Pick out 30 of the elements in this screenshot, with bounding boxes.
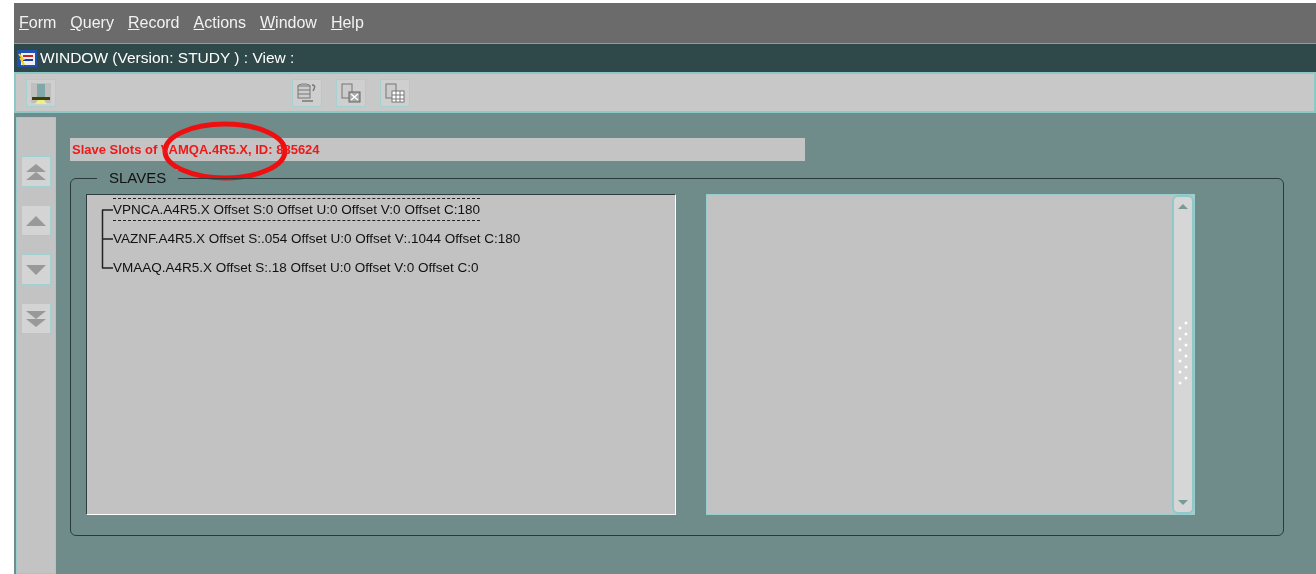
first-record-button[interactable] (21, 156, 51, 187)
exit-button[interactable] (26, 78, 56, 107)
database-delete-icon (340, 81, 362, 104)
delete-record-button[interactable] (336, 78, 366, 107)
scrollbar[interactable] (1172, 195, 1194, 514)
menu-item[interactable]: Actions (193, 14, 246, 32)
window-title: WINDOW (Version: STUDY ) : View : (40, 49, 295, 67)
previous-record-button[interactable] (21, 205, 51, 236)
double-arrow-icon (26, 310, 46, 327)
database-query-icon (296, 81, 318, 104)
menu-item[interactable]: Window (260, 14, 317, 32)
tree-lines (101, 209, 113, 269)
last-record-button[interactable] (21, 303, 51, 334)
database-table-icon (384, 81, 406, 104)
query-button[interactable] (292, 78, 322, 107)
door-icon (29, 80, 53, 105)
menu-item[interactable]: Query (70, 14, 114, 32)
next-record-button[interactable] (21, 254, 51, 285)
tree-item[interactable]: VPNCA.A4R5.X Offset S:0 Offset U:0 Offset V:0 Offset C:180 (113, 198, 480, 221)
triangle-icon (26, 264, 46, 275)
app-icon (16, 48, 38, 68)
triangle-icon (26, 215, 46, 226)
menu-item[interactable]: Help (330, 14, 364, 32)
group-title: SLAVES (97, 169, 179, 186)
menu-item[interactable]: Form (19, 14, 57, 32)
menu-item[interactable]: Record (127, 14, 180, 32)
table-view-button[interactable] (380, 78, 410, 107)
double-arrow-icon (26, 163, 46, 180)
tree-item[interactable]: VMAAQ.A4R5.X Offset S:.18 Offset U:0 Offset V:0 Offset C:0 (113, 256, 479, 279)
tree-item[interactable]: VAZNF.A4R5.X Offset S:.054 Offset U:0 Offset V:.1044 Offset C:180 (113, 227, 521, 250)
